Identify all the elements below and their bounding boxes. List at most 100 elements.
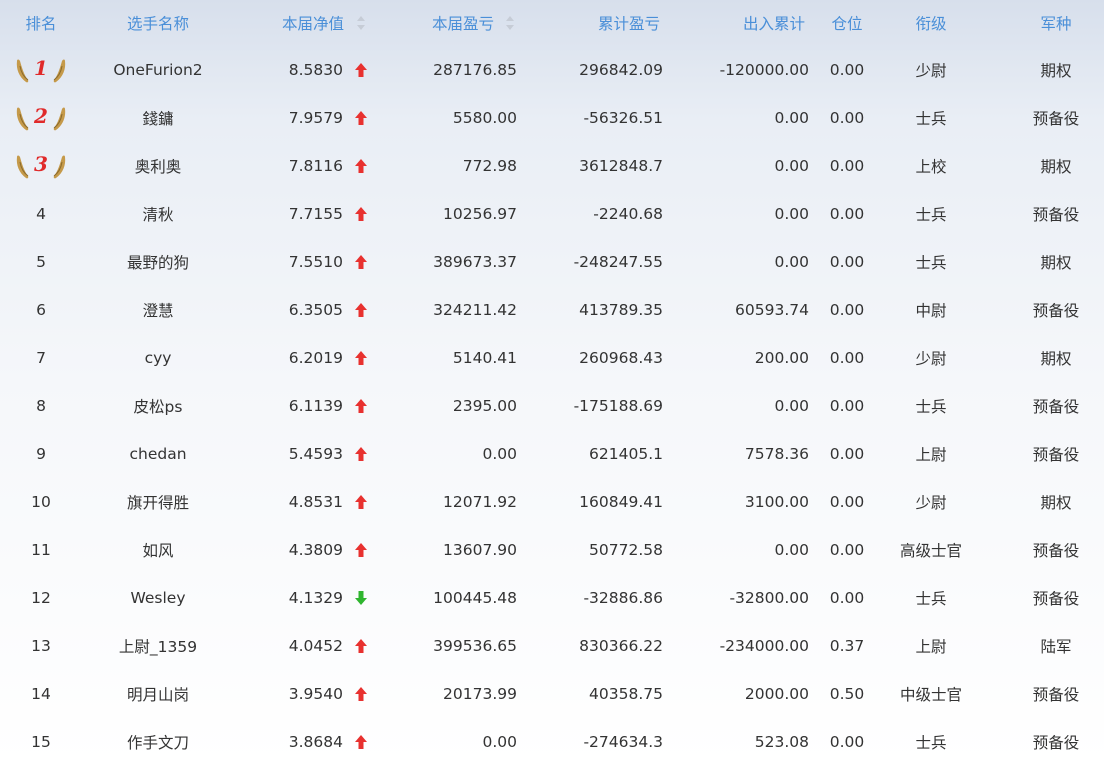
service-branch-value: 预备役 [1032,302,1080,320]
arrow-up-icon [350,430,372,478]
rank-cell: 15 [0,718,82,764]
position-value: 0.37 [829,637,865,655]
service-branch-value: 预备役 [1032,734,1080,752]
profit-value: 12071.92 [443,493,517,511]
nav-value: 4.8531 [288,493,343,511]
service-branch-value: 陆军 [1040,638,1072,656]
in-out-value: 7578.36 [744,445,809,463]
total-profit-value: 40358.75 [589,685,663,703]
player-name[interactable]: 旗开得胜 [82,478,234,526]
profit-value: 5140.41 [452,349,517,367]
header-service-branch: 军种 [1040,15,1072,33]
player-name[interactable]: 最野的狗 [82,238,234,286]
in-out-value: 60593.74 [735,301,809,319]
arrow-up-icon [350,190,372,238]
table-row: 13 上尉_1359 4.0452 399536.65 830366.22 -234000… [0,622,1104,670]
player-name[interactable]: Wesley [82,574,234,622]
rank-cell: 12 [0,574,82,622]
in-out-value: 200.00 [754,349,809,367]
table-row: 9 chedan 5.4593 0.00 621405.1 7578.36 0.00 上尉 预备… [0,430,1104,478]
player-name[interactable]: 上尉_1359 [82,622,234,670]
total-profit-value: 3612848.7 [579,157,663,175]
service-branch-value: 预备役 [1032,686,1080,704]
rank-number: 4 [36,205,46,223]
rank-cell: 3 [0,142,82,190]
profit-value: 5580.00 [452,109,517,127]
nav-value: 3.8684 [288,733,343,751]
total-profit-value: 621405.1 [589,445,663,463]
header-profit-sortable[interactable]: 本届盈亏 [380,0,494,46]
nav-value: 5.4593 [288,445,343,463]
in-out-value: 0.00 [774,109,809,127]
player-name[interactable]: OneFurion2 [82,46,234,94]
rank-cell: 6 [0,286,82,334]
player-name[interactable]: 澄慧 [82,286,234,334]
nav-value: 7.9579 [288,109,343,127]
table-row: 15 作手文刀 3.8684 0.00 -274634.3 523.08 0.00 士兵 预备役 [0,718,1104,764]
nav-value: 7.7155 [288,205,343,223]
table-row: 5 最野的狗 7.5510 389673.37 -248247.55 0.00 0.00 士兵… [0,238,1104,286]
table-row: 4 清秋 7.7155 10256.97 -2240.68 0.00 0.00 士兵 预备役 [0,190,1104,238]
player-name[interactable]: 明月山岗 [82,670,234,718]
nav-value: 6.2019 [288,349,343,367]
player-name[interactable]: 奥利奥 [82,142,234,190]
medal-wings-icon: 3 [14,151,68,181]
in-out-value: 0.00 [774,157,809,175]
nav-value: 4.0452 [288,637,343,655]
arrow-up-icon [350,334,372,382]
player-name[interactable]: 錢鏞 [82,94,234,142]
total-profit-value: 830366.22 [579,637,663,655]
military-rank-value: 士兵 [915,254,947,272]
rank-number: 15 [31,733,51,751]
total-profit-value: -175188.69 [573,397,663,415]
profit-value: 10256.97 [443,205,517,223]
service-branch-value: 期权 [1040,350,1072,368]
sort-profit-icon[interactable] [505,15,515,31]
sort-nav-icon[interactable] [356,15,366,31]
rank-number: 14 [31,685,51,703]
in-out-value: -120000.00 [719,61,809,79]
profit-value: 287176.85 [433,61,517,79]
table-header: 排名 选手名称 本届净值 本届盈亏 累计盈亏 出入累计 仓位 衔级 军种 [0,0,1104,46]
service-branch-value: 期权 [1040,254,1072,272]
position-value: 0.00 [829,445,865,463]
player-name[interactable]: chedan [82,430,234,478]
nav-value: 4.1329 [288,589,343,607]
rank-cell: 8 [0,382,82,430]
header-total-profit: 累计盈亏 [597,15,660,33]
player-name[interactable]: 如风 [82,526,234,574]
table-row: 3 奥利奥 7.8116 772.98 3612848.7 0.00 0.00 上校 期权 [0,142,1104,190]
total-profit-value: 260968.43 [579,349,663,367]
position-value: 0.00 [829,493,865,511]
military-rank-value: 少尉 [915,350,947,368]
arrow-up-icon [350,46,372,94]
total-profit-value: 50772.58 [589,541,663,559]
rank-cell: 10 [0,478,82,526]
position-value: 0.00 [829,589,865,607]
arrow-up-icon [350,622,372,670]
rank-cell: 4 [0,190,82,238]
player-name[interactable]: 清秋 [82,190,234,238]
player-name[interactable]: 皮松ps [82,382,234,430]
nav-value: 7.8116 [288,157,343,175]
military-rank-value: 士兵 [915,110,947,128]
in-out-value: 0.00 [774,253,809,271]
player-name[interactable]: 作手文刀 [82,718,234,764]
header-nav-sortable[interactable]: 本届净值 [234,0,344,46]
service-branch-value: 期权 [1040,62,1072,80]
medal-wings-icon: 2 [14,103,68,133]
service-branch-value: 期权 [1040,158,1072,176]
rank-cell: 14 [0,670,82,718]
position-value: 0.00 [829,541,865,559]
total-profit-value: 413789.35 [579,301,663,319]
nav-value: 3.9540 [288,685,343,703]
player-name[interactable]: cyy [82,334,234,382]
total-profit-value: 160849.41 [579,493,663,511]
profit-value: 100445.48 [433,589,517,607]
position-value: 0.00 [829,301,865,319]
position-value: 0.00 [829,349,865,367]
rank-cell: 5 [0,238,82,286]
in-out-value: 0.00 [774,205,809,223]
profit-value: 399536.65 [433,637,517,655]
arrow-up-icon [350,718,372,764]
